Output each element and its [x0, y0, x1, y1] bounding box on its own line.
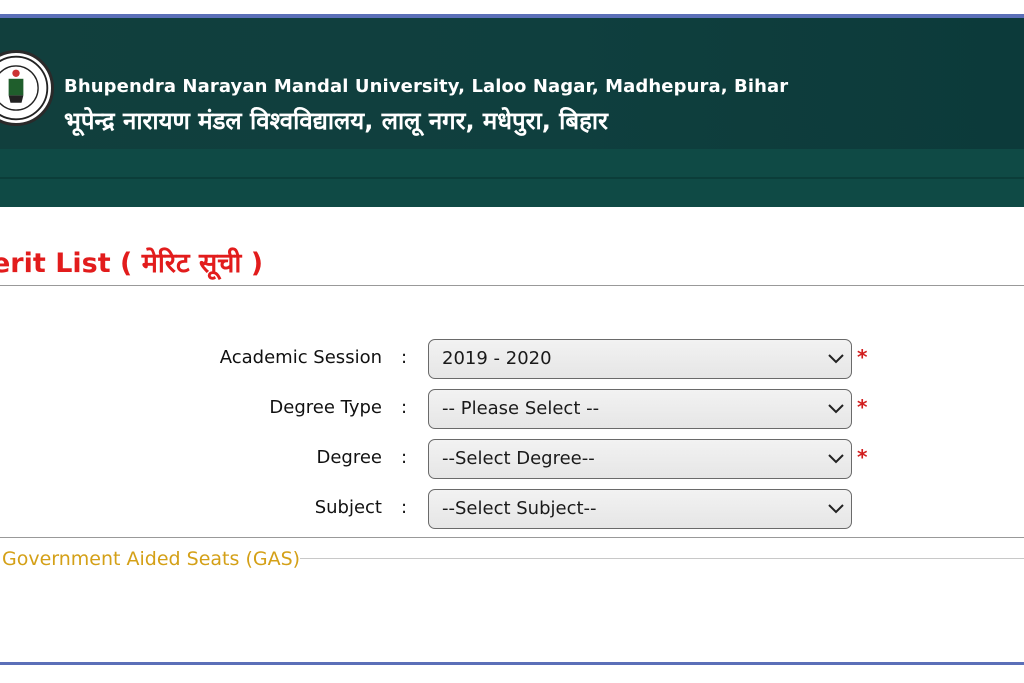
required-marker: *	[857, 395, 868, 419]
gas-section-legend: Government Aided Seats (GAS)	[2, 548, 301, 570]
chevron-down-icon	[828, 504, 844, 514]
subject-value: --Select Subject--	[442, 498, 597, 519]
degree-type-colon: :	[401, 397, 408, 418]
academic-session-row: Academic Session : 2019 - 2020 *	[0, 339, 1024, 379]
bottom-accent-line	[0, 662, 1024, 665]
university-seal-icon[interactable]	[0, 50, 54, 126]
academic-session-select[interactable]: 2019 - 2020	[428, 339, 852, 379]
university-name-english: Bhupendra Narayan Mandal University, Lal…	[64, 76, 789, 97]
subject-select[interactable]: --Select Subject--	[428, 489, 852, 529]
subject-colon: :	[401, 497, 408, 518]
degree-type-value: -- Please Select --	[442, 398, 600, 419]
form-divider	[0, 537, 1024, 538]
subject-row: Subject : --Select Subject--	[0, 489, 1024, 529]
gas-fieldset-border	[300, 558, 1024, 559]
title-divider	[0, 285, 1024, 286]
chevron-down-icon	[828, 454, 844, 464]
degree-colon: :	[401, 447, 408, 468]
academic-session-label: Academic Session	[219, 347, 382, 368]
degree-type-label: Degree Type	[269, 397, 382, 418]
header-band-divider	[0, 177, 1024, 179]
chevron-down-icon	[828, 354, 844, 364]
degree-value: --Select Degree--	[442, 448, 595, 469]
degree-select[interactable]: --Select Degree--	[428, 439, 852, 479]
required-marker: *	[857, 345, 868, 369]
subject-label: Subject	[314, 497, 382, 518]
required-marker: *	[857, 445, 868, 469]
page: Bhupendra Narayan Mandal University, Lal…	[0, 0, 1024, 683]
degree-type-row: Degree Type : -- Please Select -- *	[0, 389, 1024, 429]
degree-type-select[interactable]: -- Please Select --	[428, 389, 852, 429]
header-nav-band	[0, 149, 1024, 207]
academic-session-colon: :	[401, 347, 408, 368]
degree-row: Degree : --Select Degree-- *	[0, 439, 1024, 479]
page-title: erit List ( मेरिट सूची )	[0, 248, 264, 279]
chevron-down-icon	[828, 404, 844, 414]
degree-label: Degree	[316, 447, 382, 468]
site-header: Bhupendra Narayan Mandal University, Lal…	[0, 18, 1024, 149]
university-name-hindi: भूपेन्द्र नारायण मंडल विश्वविद्यालय, लाल…	[64, 107, 608, 135]
academic-session-value: 2019 - 2020	[442, 348, 552, 369]
